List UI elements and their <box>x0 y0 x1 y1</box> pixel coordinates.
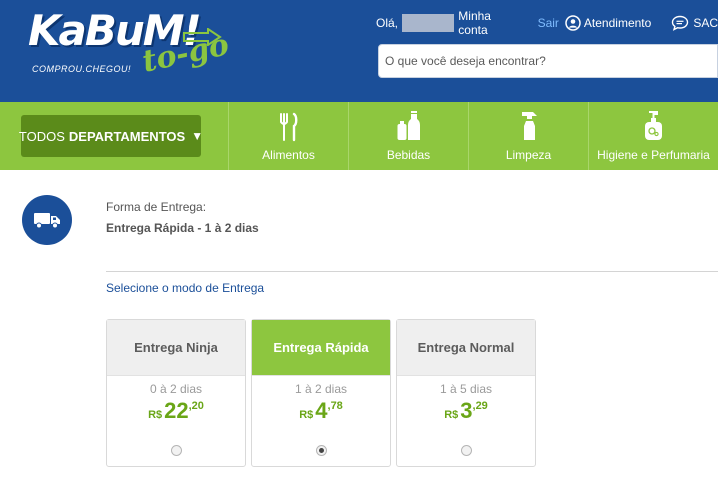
dropdown-arrow-icon: ▼ <box>191 129 204 143</box>
delivery-form-label: Forma de Entrega: <box>106 200 207 214</box>
nav-item-label: Bebidas <box>386 148 431 162</box>
user-circle-icon <box>565 15 581 31</box>
nav-item-higiene[interactable]: Higiene e Perfumaria <box>588 102 718 170</box>
option-price: R$ 4,78 <box>252 398 390 424</box>
site-header: KaBuM! to-go COMPROU.CHEGOU! Olá, Minha … <box>0 0 718 102</box>
truck-icon <box>34 213 60 229</box>
chat-bubble-icon <box>672 15 689 31</box>
greeting: Olá, <box>376 16 399 30</box>
my-account-link[interactable]: Minha conta <box>458 9 521 37</box>
option-days: 0 à 2 dias <box>149 382 203 396</box>
nav-item-label: Higiene e Perfumaria <box>597 148 710 162</box>
option-name: Entrega Ninja <box>107 320 245 376</box>
delivery-option-ninja[interactable]: Entrega Ninja 0 à 2 dias R$ 22,20 <box>106 319 246 467</box>
spray-bottle-icon <box>521 112 537 140</box>
delivery-form-value: Entrega Rápida - 1 à 2 dias <box>106 221 259 235</box>
all-departments-button[interactable]: TODOS DEPARTAMENTOS ▼ <box>18 115 204 157</box>
sac-link[interactable]: SAC <box>671 15 718 31</box>
price-cents: ,29 <box>472 400 488 412</box>
option-price: R$ 22,20 <box>107 398 245 424</box>
logo-tagline: COMPROU.CHEGOU! <box>32 64 132 74</box>
currency-symbol: R$ <box>299 409 314 421</box>
search-input[interactable] <box>379 45 717 77</box>
price-cents: ,78 <box>327 400 343 412</box>
option-name: Entrega Normal <box>397 320 535 376</box>
option-radio[interactable] <box>461 445 472 456</box>
nav-item-limpeza[interactable]: Limpeza <box>468 102 588 170</box>
select-delivery-mode-label: Selecione o modo de Entrega <box>106 281 265 295</box>
departments-bold: DEPARTAMENTOS <box>68 128 186 144</box>
bottles-icon <box>397 111 420 140</box>
option-days: 1 à 2 dias <box>294 382 348 396</box>
currency-symbol: R$ <box>444 409 459 421</box>
fork-knife-icon <box>279 112 297 142</box>
price-cents-value: 78 <box>330 400 343 412</box>
option-name: Entrega Rápida <box>252 320 390 376</box>
price-integer: 4 <box>315 398 328 423</box>
price-integer: 3 <box>460 398 473 423</box>
nav-item-label: Limpeza <box>505 148 552 162</box>
logout-link[interactable]: Sair <box>538 16 559 30</box>
masked-username <box>402 14 455 32</box>
nav-item-alimentos[interactable]: Alimentos <box>228 102 348 170</box>
price-integer: 22 <box>164 398 189 423</box>
nav-item-label: Alimentos <box>262 148 315 162</box>
option-days: 1 à 5 dias <box>439 382 493 396</box>
departments-prefix: TODOS <box>18 128 65 144</box>
price-cents-value: 20 <box>191 400 204 412</box>
option-radio[interactable] <box>171 445 182 456</box>
currency-symbol: R$ <box>148 409 163 421</box>
delivery-truck-badge <box>22 195 72 245</box>
search-box[interactable] <box>378 44 718 78</box>
support-link[interactable]: Atendimento <box>565 15 651 31</box>
price-cents-value: 29 <box>475 400 488 412</box>
delivery-option-rapida[interactable]: Entrega Rápida 1 à 2 dias R$ 4,78 <box>251 319 391 467</box>
option-radio-selected[interactable] <box>316 445 327 456</box>
price-cents: ,20 <box>188 400 204 412</box>
user-links: Olá, Minha conta Sair Atendimento SAC <box>376 9 718 37</box>
logo-arrow-icon <box>183 28 222 46</box>
nav-item-bebidas[interactable]: Bebidas <box>348 102 468 170</box>
soap-pump-icon <box>644 111 662 140</box>
category-nav: TODOS DEPARTAMENTOS ▼ Alimentos Bebidas … <box>0 102 718 170</box>
delivery-option-normal[interactable]: Entrega Normal 1 à 5 dias R$ 3,29 <box>396 319 536 467</box>
sac-label: SAC <box>693 16 718 30</box>
support-label: Atendimento <box>583 16 652 30</box>
divider <box>106 271 718 272</box>
option-price: R$ 3,29 <box>397 398 535 424</box>
kabum-togo-logo[interactable]: KaBuM! to-go COMPROU.CHEGOU! <box>22 6 232 98</box>
